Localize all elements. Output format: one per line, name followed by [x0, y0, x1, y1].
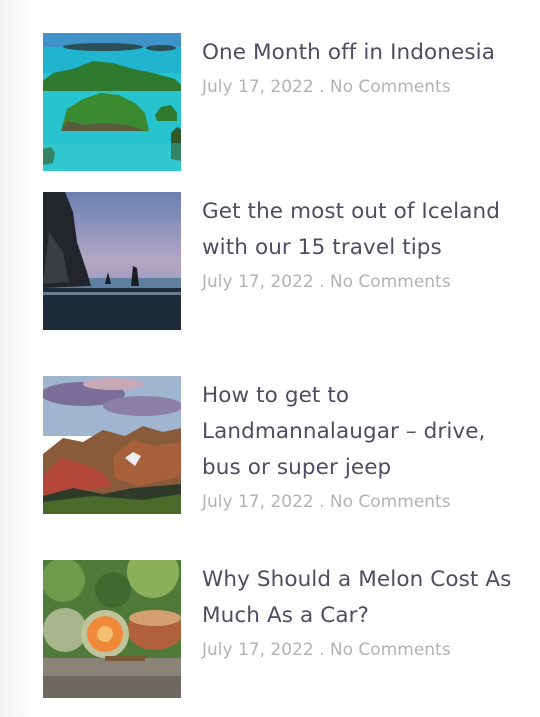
post-meta: July 17, 2022 . No Comments: [202, 76, 513, 98]
post-content: Get the most out of Iceland with our 15 …: [202, 192, 513, 330]
post-content: Why Should a Melon Cost As Much As a Car…: [202, 560, 513, 698]
post-item: How to get to Landmannalaugar – drive, b…: [43, 376, 513, 514]
post-comments-link[interactable]: No Comments: [330, 77, 451, 97]
black-sand-beach-image: [43, 192, 181, 330]
post-meta: July 17, 2022 . No Comments: [202, 639, 513, 661]
post-meta: July 17, 2022 . No Comments: [202, 491, 513, 513]
post-thumbnail[interactable]: [43, 192, 181, 330]
post-title[interactable]: Get the most out of Iceland with our 15 …: [202, 194, 513, 266]
meta-separator: .: [313, 77, 330, 97]
post-date[interactable]: July 17, 2022: [202, 77, 314, 97]
post-meta: July 17, 2022 . No Comments: [202, 271, 513, 293]
post-thumbnail[interactable]: [43, 376, 181, 514]
post-title[interactable]: One Month off in Indonesia: [202, 35, 513, 71]
post-item: One Month off in Indonesia July 17, 2022…: [43, 33, 513, 171]
post-comments-link[interactable]: No Comments: [330, 272, 451, 292]
tropical-islands-image: [43, 33, 181, 171]
post-thumbnail[interactable]: [43, 560, 181, 698]
post-thumbnail[interactable]: [43, 33, 181, 171]
post-item: Why Should a Melon Cost As Much As a Car…: [43, 560, 513, 698]
post-comments-link[interactable]: No Comments: [330, 640, 451, 660]
post-title[interactable]: Why Should a Melon Cost As Much As a Car…: [202, 562, 513, 634]
meta-separator: .: [313, 272, 330, 292]
recent-posts-list: One Month off in Indonesia July 17, 2022…: [0, 0, 540, 717]
meta-separator: .: [313, 640, 330, 660]
meta-separator: .: [313, 492, 330, 512]
post-content: One Month off in Indonesia July 17, 2022…: [202, 33, 513, 171]
post-date[interactable]: July 17, 2022: [202, 492, 314, 512]
post-item: Get the most out of Iceland with our 15 …: [43, 192, 513, 330]
colorful-mountains-image: [43, 376, 181, 514]
post-title[interactable]: How to get to Landmannalaugar – drive, b…: [202, 378, 513, 486]
post-comments-link[interactable]: No Comments: [330, 492, 451, 512]
post-date[interactable]: July 17, 2022: [202, 272, 314, 292]
melons-image: [43, 560, 181, 698]
post-date[interactable]: July 17, 2022: [202, 640, 314, 660]
post-content: How to get to Landmannalaugar – drive, b…: [202, 376, 513, 514]
